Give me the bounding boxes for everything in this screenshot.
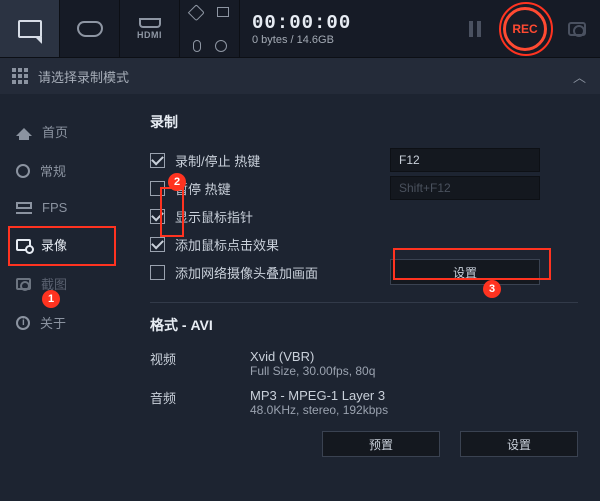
mode-select-bar[interactable]: 请选择录制模式 ︿	[0, 58, 600, 94]
webcam-settings-button[interactable]: 设置	[390, 259, 540, 285]
value-audio-detail: 48.0KHz, stereo, 192kbps	[250, 403, 388, 417]
mode-select-label: 请选择录制模式	[38, 67, 129, 86]
fps-icon	[16, 202, 32, 214]
screenshot-icon	[16, 278, 31, 290]
chevron-up-icon: ︿	[573, 67, 586, 86]
hdmi-icon: HDMI	[137, 18, 162, 40]
mode-game-button[interactable]	[60, 0, 120, 57]
sidebar-item-screenshot[interactable]: 截图	[0, 264, 128, 303]
sidebar-item-about[interactable]: 关于	[0, 303, 128, 342]
gear-icon	[16, 164, 30, 178]
label-show-cursor: 显示鼠标指针	[175, 207, 390, 226]
label-pause-hotkey: 暂停 热键	[175, 179, 390, 198]
checkbox-webcam-overlay[interactable]	[150, 265, 165, 280]
screen-icon	[18, 20, 42, 38]
label-video: 视频	[150, 349, 250, 378]
webcam-mini-icon	[215, 40, 227, 52]
sidebar-item-video[interactable]: 录像	[0, 225, 128, 264]
value-video-detail: Full Size, 30.00fps, 80q	[250, 364, 375, 378]
label-click-effect: 添加鼠标点击效果	[175, 235, 390, 254]
pause-button[interactable]	[454, 0, 496, 57]
mode-screen-button[interactable]	[0, 0, 60, 57]
home-icon	[16, 128, 32, 136]
timer-text: 00:00:00	[252, 12, 351, 34]
sidebar-item-label: 录像	[41, 235, 67, 254]
sidebar-item-label: 常规	[40, 161, 66, 180]
content-panel: 录制 录制/停止 热键 F12 暂停 热键 Shift+F12 显示鼠标指针 添…	[128, 94, 600, 501]
sidebar-item-fps[interactable]: FPS	[0, 190, 128, 225]
checkbox-record-hotkey[interactable]	[150, 153, 165, 168]
hotkey-record-input[interactable]: F12	[390, 148, 540, 172]
value-audio-codec: MP3 - MPEG-1 Layer 3	[250, 388, 388, 403]
value-video-codec: Xvid (VBR)	[250, 349, 375, 364]
info-icon	[16, 316, 30, 330]
annotation-badge-3: 3	[483, 280, 501, 298]
sidebar: 首页 常规 FPS 录像 截图 关于	[0, 94, 128, 501]
label-audio: 音频	[150, 388, 250, 417]
overlay-mini-icon	[217, 7, 229, 17]
mic-mini-icon	[193, 40, 201, 52]
grid-icon	[12, 68, 28, 84]
hotkey-pause-input[interactable]: Shift+F12	[390, 176, 540, 200]
input-toggles[interactable]	[180, 0, 240, 57]
checkbox-show-cursor[interactable]	[150, 209, 165, 224]
label-webcam-overlay: 添加网络摄像头叠加画面	[175, 263, 390, 282]
pause-icon	[469, 21, 481, 37]
record-button[interactable]: REC	[496, 0, 554, 57]
checkbox-pause-hotkey[interactable]	[150, 181, 165, 196]
mode-device-button[interactable]: HDMI	[120, 0, 180, 57]
sidebar-item-label: 首页	[42, 122, 68, 141]
annotation-badge-2: 2	[168, 173, 186, 191]
rec-ring-icon: REC	[503, 7, 547, 51]
section-title-record: 录制	[150, 112, 578, 132]
camera-icon	[568, 22, 586, 36]
format-settings-button[interactable]: 设置	[460, 431, 578, 457]
topbar: HDMI 00:00:00 0 bytes / 14.6GB REC	[0, 0, 600, 58]
preset-button[interactable]: 预置	[322, 431, 440, 457]
size-text: 0 bytes / 14.6GB	[252, 34, 334, 46]
video-icon	[16, 239, 31, 251]
status-panel: 00:00:00 0 bytes / 14.6GB	[240, 0, 454, 57]
sidebar-item-home[interactable]: 首页	[0, 112, 128, 151]
section-title-format: 格式 - AVI	[150, 315, 578, 335]
annotation-badge-1: 1	[42, 290, 60, 308]
rec-label: REC	[512, 22, 537, 36]
sidebar-item-label: 关于	[40, 313, 66, 332]
label-record-hotkey: 录制/停止 热键	[175, 151, 390, 170]
divider	[150, 302, 578, 303]
checkbox-click-effect[interactable]	[150, 237, 165, 252]
cursor-mini-icon	[187, 4, 204, 21]
gamepad-icon	[77, 21, 103, 37]
screenshot-button[interactable]	[554, 0, 600, 57]
sidebar-item-general[interactable]: 常规	[0, 151, 128, 190]
sidebar-item-label: FPS	[42, 200, 67, 215]
